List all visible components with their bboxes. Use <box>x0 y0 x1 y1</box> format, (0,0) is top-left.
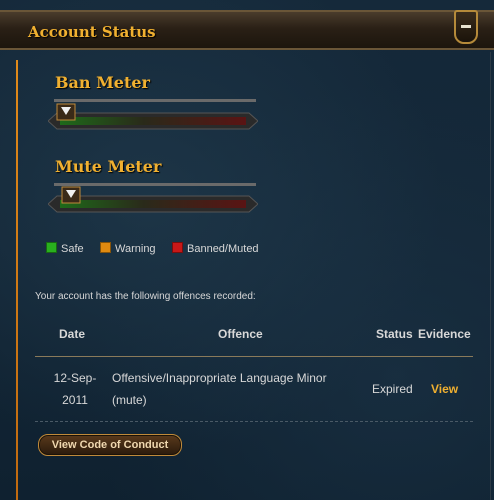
view-evidence-link[interactable]: View <box>431 378 458 400</box>
ban-meter-track <box>48 112 258 130</box>
legend-banned-muted-label: Banned/Muted <box>187 243 259 255</box>
left-accent-rule <box>16 60 18 500</box>
row-offence-line1: Offensive/Inappropriate Language Minor <box>112 371 327 385</box>
legend-banned-muted: Banned/Muted <box>172 242 259 255</box>
mute-meter-title: Mute Meter <box>55 157 162 176</box>
row-date: 12-Sep- 2011 <box>48 367 102 411</box>
column-header-status: Status <box>376 327 413 341</box>
ban-meter-line <box>54 99 256 102</box>
table-row-divider <box>35 421 473 422</box>
table-header-divider <box>35 356 473 357</box>
offences-intro: Your account has the following offences … <box>35 291 256 302</box>
row-date-line1: 12-Sep- <box>53 371 97 385</box>
panel-title: Account Status <box>28 23 156 41</box>
mute-meter-line <box>54 183 256 186</box>
column-header-offence: Offence <box>218 327 263 341</box>
ban-meter-title: Ban Meter <box>55 73 150 92</box>
minus-icon <box>461 25 471 28</box>
right-edge-rule <box>490 52 491 500</box>
safe-swatch <box>46 242 57 253</box>
warning-swatch <box>100 242 111 253</box>
legend-safe-label: Safe <box>61 243 84 255</box>
legend-warning: Warning <box>100 242 156 255</box>
row-offence: Offensive/Inappropriate Language Minor (… <box>112 367 362 411</box>
mute-meter-marker <box>61 186 81 204</box>
ban-meter-marker <box>56 103 76 121</box>
row-date-line2: 2011 <box>62 393 88 407</box>
panel-header: Account Status <box>0 10 494 50</box>
account-status-panel: Account Status Ban Meter Mute Meter Safe… <box>0 0 494 500</box>
column-header-evidence: Evidence <box>418 327 471 341</box>
legend-safe: Safe <box>46 242 84 255</box>
banned-muted-swatch <box>172 242 183 253</box>
row-status: Expired <box>372 382 413 396</box>
row-offence-line2: (mute) <box>112 393 147 407</box>
collapse-button[interactable] <box>454 10 478 44</box>
column-header-date: Date <box>59 327 86 341</box>
view-code-of-conduct-button[interactable]: View Code of Conduct <box>38 434 182 456</box>
legend-warning-label: Warning <box>115 243 156 255</box>
